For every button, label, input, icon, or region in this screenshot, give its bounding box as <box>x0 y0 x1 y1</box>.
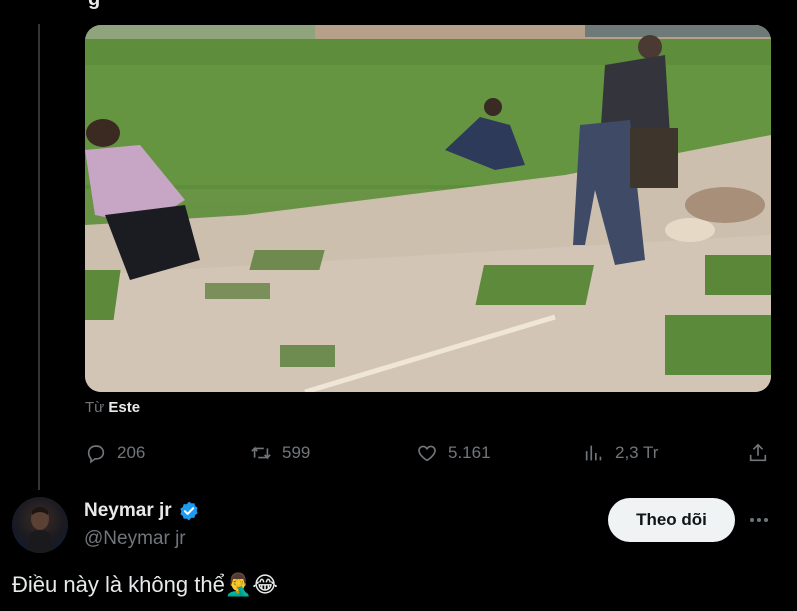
more-options-button[interactable] <box>746 508 772 532</box>
views-icon <box>585 445 602 461</box>
follow-button[interactable]: Theo dõi <box>608 498 735 542</box>
tweet-top-partial-text: g <box>88 0 100 11</box>
tweet-text: Điều này là không thể🤦‍♂️😂 <box>12 572 278 597</box>
verified-badge-icon <box>180 501 198 521</box>
video-frame <box>85 25 771 392</box>
heart-icon <box>418 445 436 462</box>
retweet-icon <box>251 446 271 460</box>
share-button[interactable] <box>747 438 769 468</box>
retweet-count: 599 <box>282 443 311 462</box>
views-count: 2,3 Tr <box>615 443 659 462</box>
author-avatar[interactable] <box>12 497 68 553</box>
share-icon <box>749 443 767 462</box>
views-button[interactable]: 2,3 Tr <box>583 438 658 468</box>
like-count: 5.161 <box>448 443 491 462</box>
like-button[interactable]: 5.161 <box>416 438 491 468</box>
source-name[interactable]: Este <box>108 399 140 416</box>
retweet-button[interactable]: 599 <box>250 438 310 468</box>
quoted-source: Từ Este <box>85 399 140 416</box>
author-handle[interactable]: @Neymar jr <box>84 528 186 550</box>
video-media[interactable] <box>85 25 771 392</box>
author-name-row[interactable]: Neymar jr <box>84 500 200 522</box>
more-icon <box>750 518 754 522</box>
source-prefix: Từ <box>85 399 105 416</box>
reply-icon <box>87 445 105 464</box>
author-name: Neymar jr <box>84 500 172 521</box>
avatar-image <box>26 507 54 553</box>
reply-count: 206 <box>117 443 146 462</box>
action-bar: 206 599 5.161 2,3 Tr <box>85 438 771 468</box>
reply-button[interactable]: 206 <box>85 438 145 468</box>
thread-connector-line <box>38 24 40 490</box>
